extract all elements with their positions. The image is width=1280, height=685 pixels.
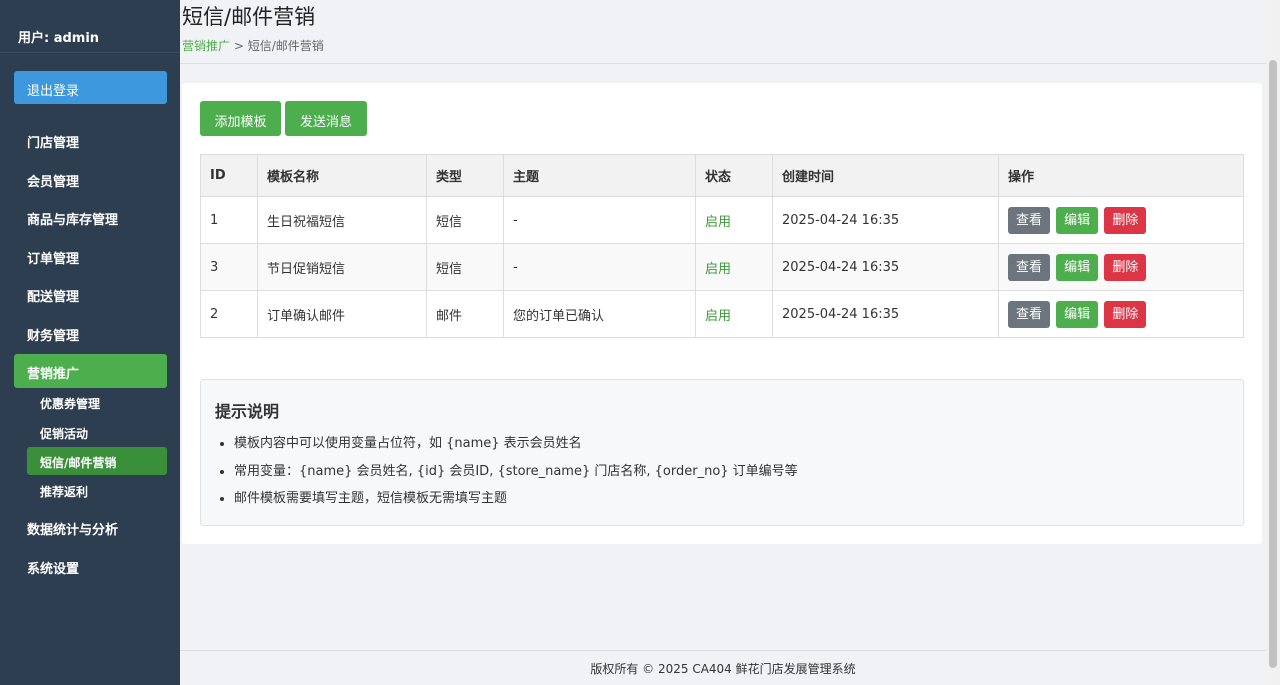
cell-subject: 您的订单已确认 — [503, 290, 696, 338]
delete-button[interactable]: 删除 — [1104, 253, 1147, 281]
breadcrumb-separator: > — [233, 39, 244, 53]
footer-divider — [180, 650, 1266, 651]
scrollbar-thumb[interactable] — [1269, 60, 1277, 668]
column-header-type: 类型 — [426, 154, 504, 197]
cell-status: 启用 — [695, 290, 773, 338]
cell-subject: - — [503, 196, 696, 244]
view-button[interactable]: 查看 — [1008, 253, 1051, 281]
edit-button[interactable]: 编辑 — [1056, 206, 1099, 234]
cell-type: 邮件 — [426, 290, 504, 338]
nav-item-members[interactable]: 会员管理 — [27, 171, 79, 190]
nav-item-stores[interactable]: 门店管理 — [27, 132, 79, 151]
breadcrumb: 营销推广 > 短信/邮件营销 — [182, 37, 324, 54]
logout-button[interactable]: 退出登录 — [14, 71, 167, 104]
column-header-subject: 主题 — [503, 154, 696, 197]
nav-item-products-inventory[interactable]: 商品与库存管理 — [27, 209, 118, 228]
tips-panel: 提示说明 模板内容中可以使用变量占位符，如 {name} 表示会员姓名 常用变量… — [200, 379, 1244, 526]
cell-type: 短信 — [426, 243, 504, 291]
tips-list: 模板内容中可以使用变量占位符，如 {name} 表示会员姓名 常用变量：{nam… — [234, 432, 798, 515]
subnav-item-promotions[interactable]: 促销活动 — [40, 425, 88, 442]
cell-type: 短信 — [426, 196, 504, 244]
nav-item-analytics[interactable]: 数据统计与分析 — [27, 519, 118, 538]
nav-item-finance[interactable]: 财务管理 — [27, 325, 79, 344]
nav-item-delivery[interactable]: 配送管理 — [27, 286, 79, 305]
breadcrumb-current: 短信/邮件营销 — [247, 39, 324, 53]
column-header-name: 模板名称 — [257, 154, 427, 197]
edit-button[interactable]: 编辑 — [1056, 300, 1099, 328]
tip-item: 常用变量：{name} 会员姓名, {id} 会员ID, {store_name… — [234, 460, 798, 488]
current-user-label: 用户: admin — [0, 0, 180, 53]
cell-actions: 查看 编辑 删除 — [998, 243, 1244, 291]
breadcrumb-link-marketing[interactable]: 营销推广 — [182, 39, 230, 53]
cell-status: 启用 — [695, 196, 773, 244]
table-header-row: ID 模板名称 类型 主题 状态 创建时间 操作 — [200, 154, 1244, 197]
templates-table: ID 模板名称 类型 主题 状态 创建时间 操作 1 生日祝福短信 短信 - 启… — [200, 154, 1244, 338]
cell-name: 订单确认邮件 — [257, 290, 427, 338]
nav-item-orders[interactable]: 订单管理 — [27, 248, 79, 267]
sidebar: 用户: admin 退出登录 门店管理 会员管理 商品与库存管理 订单管理 配送… — [0, 0, 180, 685]
add-template-button[interactable]: 添加模板 — [200, 101, 281, 136]
delete-button[interactable]: 删除 — [1104, 206, 1147, 234]
table-row: 2 订单确认邮件 邮件 您的订单已确认 启用 2025-04-24 16:35 … — [200, 290, 1244, 338]
delete-button[interactable]: 删除 — [1104, 300, 1147, 328]
cell-id: 2 — [200, 290, 258, 338]
cell-name: 生日祝福短信 — [257, 196, 427, 244]
footer-copyright: 版权所有 © 2025 CA404 鲜花门店发展管理系统 — [590, 662, 856, 676]
header-divider — [180, 63, 1266, 64]
cell-actions: 查看 编辑 删除 — [998, 290, 1244, 338]
column-header-status: 状态 — [695, 154, 773, 197]
cell-actions: 查看 编辑 删除 — [998, 196, 1244, 244]
table-row: 1 生日祝福短信 短信 - 启用 2025-04-24 16:35 查看 编辑 … — [200, 196, 1244, 244]
cell-id: 3 — [200, 243, 258, 291]
cell-created: 2025-04-24 16:35 — [772, 290, 999, 338]
subnav-item-coupons[interactable]: 优惠券管理 — [40, 395, 100, 412]
view-button[interactable]: 查看 — [1008, 206, 1051, 234]
edit-button[interactable]: 编辑 — [1056, 253, 1099, 281]
table-row: 3 节日促销短信 短信 - 启用 2025-04-24 16:35 查看 编辑 … — [200, 243, 1244, 291]
cell-subject: - — [503, 243, 696, 291]
content-card: 添加模板 发送消息 ID 模板名称 类型 主题 状态 创建时间 操作 1 生日祝… — [182, 83, 1262, 544]
cell-created: 2025-04-24 16:35 — [772, 243, 999, 291]
column-header-created: 创建时间 — [772, 154, 999, 197]
nav-item-marketing[interactable]: 营销推广 — [14, 354, 167, 388]
subnav-item-referral[interactable]: 推荐返利 — [40, 483, 88, 500]
send-message-button[interactable]: 发送消息 — [285, 101, 367, 136]
column-header-actions: 操作 — [998, 154, 1244, 197]
nav-item-settings[interactable]: 系统设置 — [27, 558, 79, 577]
page-title: 短信/邮件营销 — [182, 5, 316, 29]
subnav-item-sms-email[interactable]: 短信/邮件营销 — [27, 447, 167, 475]
column-header-id: ID — [200, 154, 258, 197]
tips-title: 提示说明 — [215, 402, 280, 421]
view-button[interactable]: 查看 — [1008, 300, 1051, 328]
cell-created: 2025-04-24 16:35 — [772, 196, 999, 244]
tip-item: 邮件模板需要填写主题，短信模板无需填写主题 — [234, 487, 798, 515]
cell-name: 节日促销短信 — [257, 243, 427, 291]
cell-status: 启用 — [695, 243, 773, 291]
tip-item: 模板内容中可以使用变量占位符，如 {name} 表示会员姓名 — [234, 432, 798, 460]
page-scrollbar[interactable] — [1266, 0, 1280, 685]
cell-id: 1 — [200, 196, 258, 244]
